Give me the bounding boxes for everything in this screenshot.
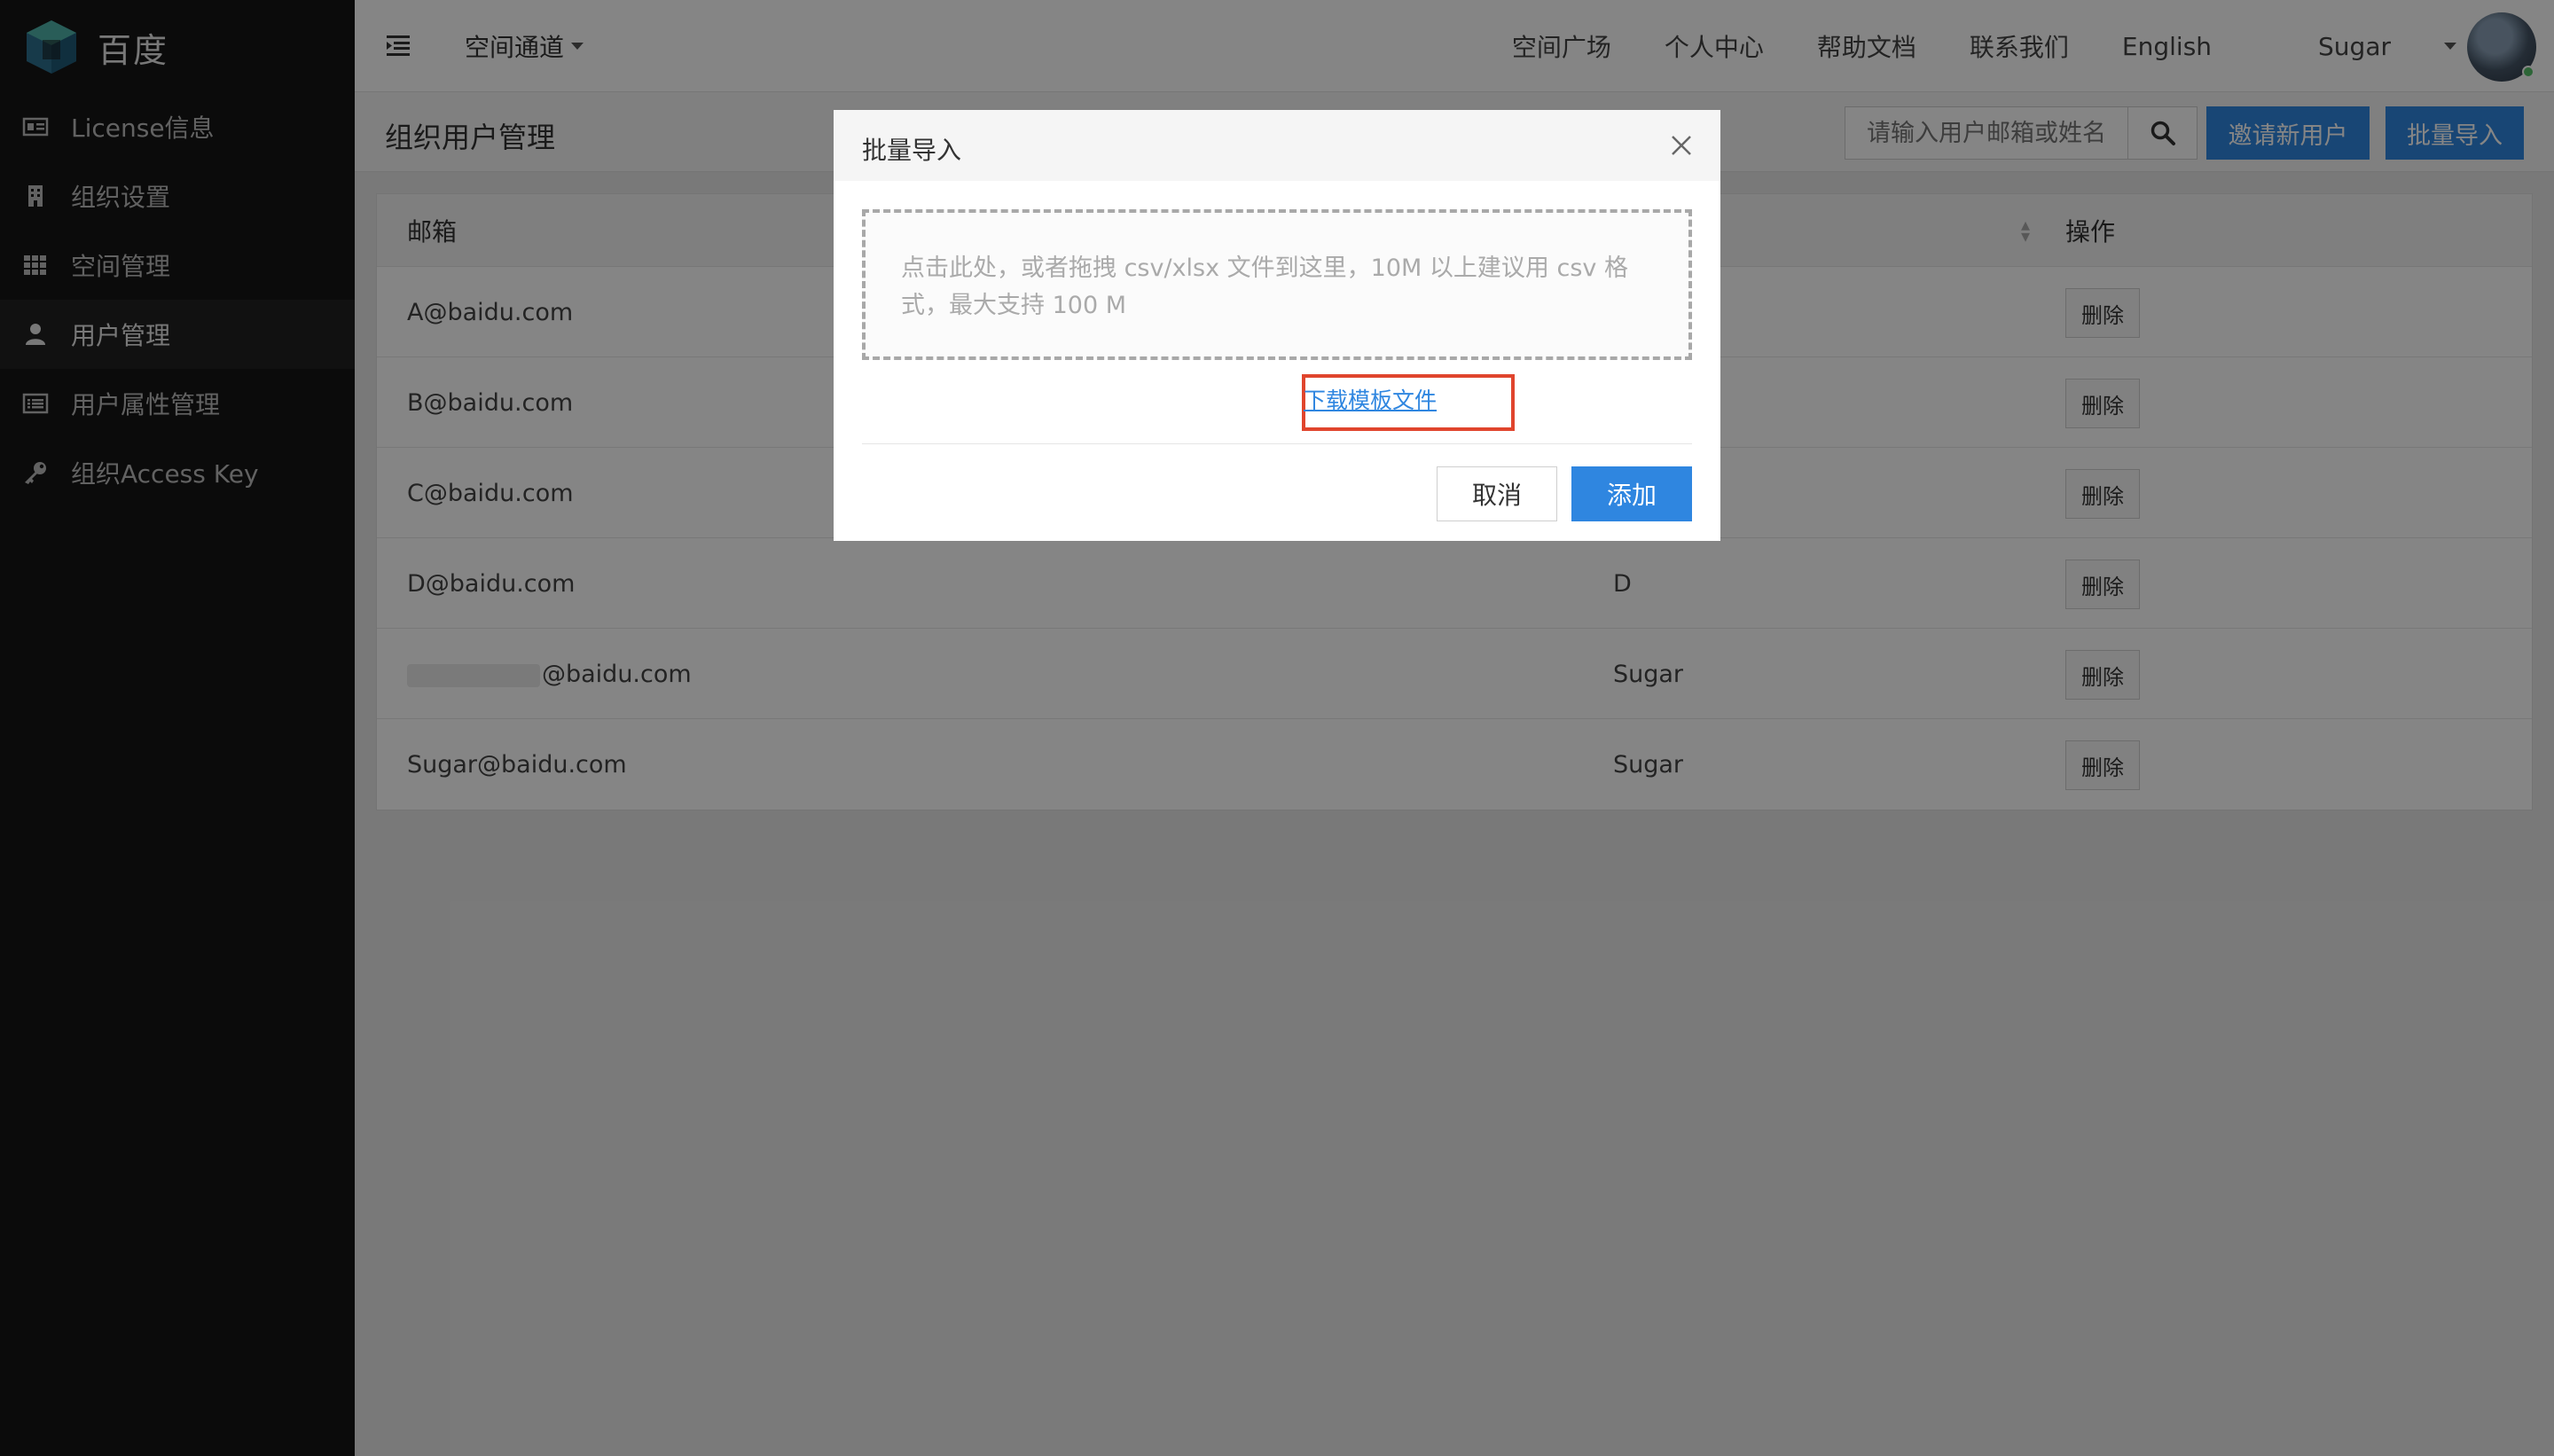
- add-button[interactable]: 添加: [1571, 466, 1692, 521]
- modal-header: 批量导入: [834, 110, 1720, 181]
- cancel-button[interactable]: 取消: [1437, 466, 1557, 521]
- modal-title: 批量导入: [862, 136, 962, 165]
- modal-divider: [862, 443, 1692, 444]
- file-dropzone[interactable]: 点击此处，或者拖拽 csv/xlsx 文件到这里，10M 以上建议用 csv 格…: [862, 209, 1692, 360]
- download-template-link[interactable]: 下载模板文件: [1304, 383, 1437, 415]
- bulk-import-modal: 批量导入 点击此处，或者拖拽 csv/xlsx 文件到这里，10M 以上建议用 …: [834, 110, 1720, 541]
- close-icon[interactable]: [1669, 133, 1694, 158]
